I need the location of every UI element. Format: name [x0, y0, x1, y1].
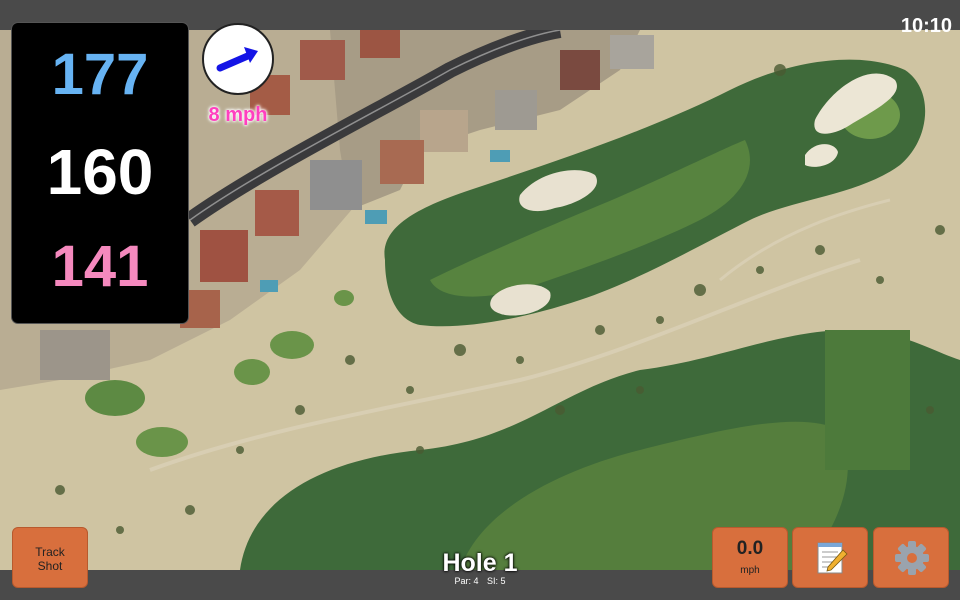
hole-info: Par: 4 SI: 5: [380, 576, 580, 586]
hole-title: Hole 1: [442, 549, 518, 577]
speed-button[interactable]: 0.0 mph: [712, 527, 788, 588]
speed-value: 0.0: [736, 538, 764, 559]
wind-indicator: [202, 23, 274, 95]
track-shot-button[interactable]: Track Shot: [12, 527, 88, 588]
notepad-icon: [817, 542, 848, 574]
settings-button[interactable]: [873, 527, 949, 588]
arrow-right-icon: [216, 47, 258, 72]
distance-panel: 177 160 141: [12, 23, 188, 323]
notes-button[interactable]: [792, 527, 868, 588]
hole-par: Par: 4: [454, 576, 479, 586]
wind-speed-label: 8 mph: [208, 104, 268, 126]
track-shot-label-line1: Track: [35, 545, 65, 559]
status-time: 10:10: [900, 15, 952, 37]
speed-unit: mph: [740, 565, 760, 576]
distance-middle: 160: [46, 136, 154, 208]
track-shot-label-line2: Shot: [37, 559, 63, 573]
hole-si: SI: 5: [487, 576, 506, 586]
distance-back: 177: [51, 42, 149, 107]
gear-icon: [895, 541, 929, 575]
distance-front: 141: [51, 234, 149, 299]
